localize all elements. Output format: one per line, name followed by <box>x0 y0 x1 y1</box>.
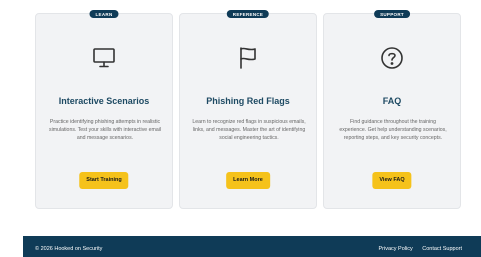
card-title: Interactive Scenarios <box>58 96 150 106</box>
flag-icon <box>235 45 261 71</box>
card-interactive-scenarios: LEARN Interactive Scenarios Practice ide… <box>35 10 173 209</box>
privacy-policy-link[interactable]: Privacy Policy <box>378 246 412 252</box>
feature-cards: LEARN Interactive Scenarios Practice ide… <box>0 0 481 232</box>
footer-links: Privacy Policy Contact Support <box>370 246 462 252</box>
card-description: Practice identifying phishing attempts i… <box>48 119 162 141</box>
card-description: Learn to recognize red flags in suspicio… <box>192 119 306 141</box>
card-badge: REFERENCE <box>226 10 270 18</box>
footer-copyright: © 2026 Hooked on Security <box>35 246 103 252</box>
contact-support-link[interactable]: Contact Support <box>422 246 462 252</box>
monitor-icon <box>91 45 117 71</box>
learn-more-button[interactable]: Learn More <box>226 172 270 189</box>
site-footer: © 2026 Hooked on Security Privacy Policy… <box>23 236 481 257</box>
card-faq: SUPPORT FAQ Find guidance throughout the… <box>323 10 461 209</box>
card-phishing-red-flags: REFERENCE Phishing Red Flags Learn to re… <box>179 10 317 209</box>
question-circle-icon <box>379 45 405 71</box>
card-badge: SUPPORT <box>374 10 410 18</box>
card-badge: LEARN <box>89 10 119 18</box>
view-faq-button[interactable]: View FAQ <box>372 172 412 189</box>
card-title: Phishing Red Flags <box>206 96 290 106</box>
card-title: FAQ <box>382 96 402 106</box>
card-description: Find guidance throughout the training ex… <box>339 119 447 141</box>
start-training-button[interactable]: Start Training <box>79 172 129 189</box>
